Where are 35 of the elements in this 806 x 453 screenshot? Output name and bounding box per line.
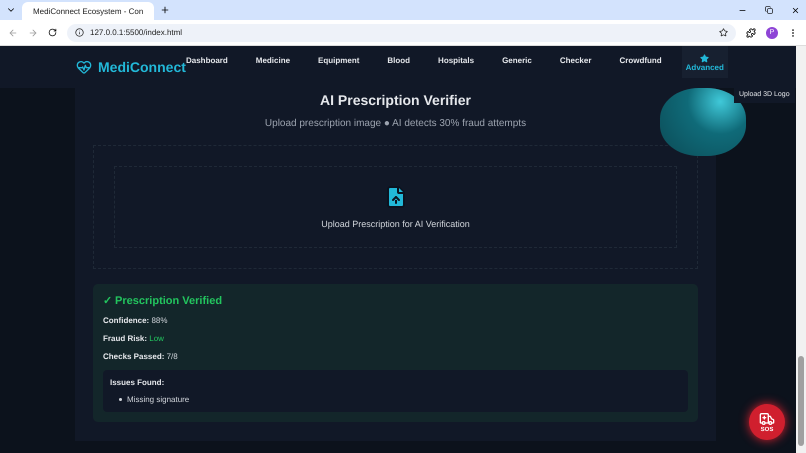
- bullet-icon: [119, 398, 122, 401]
- result-field: Confidence: 88%: [103, 316, 688, 325]
- reload-icon[interactable]: [48, 28, 57, 37]
- brand-logo[interactable]: MediConnect: [76, 59, 186, 75]
- nav-link[interactable]: Blood: [387, 46, 410, 75]
- new-tab-icon[interactable]: [160, 5, 170, 15]
- back-icon[interactable]: [8, 28, 18, 38]
- extensions-icon[interactable]: [746, 28, 756, 38]
- star-icon: [700, 54, 710, 63]
- url-text: 127.0.0.1:5500/index.html: [90, 28, 182, 37]
- result-title: ✓ Prescription Verified: [103, 294, 224, 307]
- issues-title: Issues Found:: [110, 378, 166, 387]
- subtitle-text: Upload prescription image ● AI detects 30% fraud attempts: [264, 118, 526, 129]
- issue-item: Missing signature: [127, 395, 190, 404]
- nav-link[interactable]: Equipment: [318, 46, 360, 75]
- bookmark-icon[interactable]: [719, 28, 728, 37]
- nav-link[interactable]: Advanced: [682, 46, 728, 78]
- nav-link[interactable]: Hospitals: [438, 46, 474, 75]
- address-field[interactable]: 127.0.0.1:5500/index.html: [67, 24, 736, 42]
- nav-link[interactable]: Dashboard: [186, 46, 228, 75]
- nav-link[interactable]: Generic: [502, 46, 532, 75]
- close-icon[interactable]: [791, 6, 800, 14]
- ambulance-icon: [759, 411, 775, 427]
- browser-tab[interactable]: MediConnect Ecosystem - Con: [22, 2, 154, 20]
- info-icon[interactable]: [75, 28, 84, 37]
- nav-link[interactable]: Checker: [560, 46, 592, 75]
- result-field: Checks Passed: 7/8: [103, 352, 688, 361]
- scrollbar[interactable]: [796, 46, 806, 453]
- nav-link[interactable]: Medicine: [256, 46, 290, 75]
- upload-label: Upload Prescription for AI Verification: [321, 219, 470, 229]
- forward-icon[interactable]: [28, 28, 38, 38]
- page-heading: AI Prescription Verifier: [320, 92, 471, 108]
- restore-icon[interactable]: [765, 6, 773, 14]
- nav-link[interactable]: Crowdfund: [619, 46, 662, 75]
- result-field: Fraud Risk: Low: [103, 334, 688, 343]
